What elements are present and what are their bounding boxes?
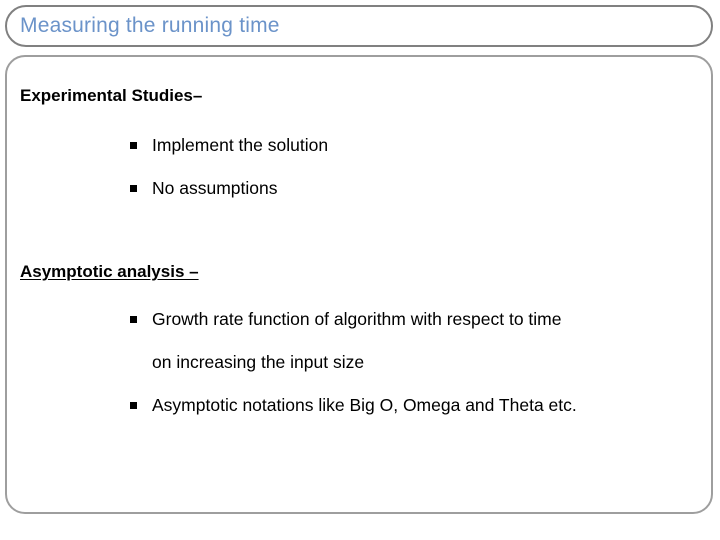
square-bullet-icon (130, 185, 137, 192)
square-bullet-icon (130, 142, 137, 149)
list-item-label: No assumptions (152, 178, 278, 198)
list-item-continuation: on increasing the input size (152, 352, 365, 372)
title-placeholder-box[interactable]: Measuring the running time (5, 5, 713, 47)
slide: Measuring the running time Experimental … (0, 0, 720, 540)
section-heading-asymptotic-analysis: Asymptotic analysis – (20, 262, 199, 281)
content-placeholder-box[interactable]: Experimental Studies– Implement the solu… (5, 55, 713, 514)
list-item-label: Implement the solution (152, 135, 329, 155)
section-heading-experimental-studies: Experimental Studies– (20, 86, 203, 105)
square-bullet-icon (130, 316, 137, 323)
square-bullet-icon (130, 402, 137, 409)
list-item[interactable]: Asymptotic notations like Big O, Omega a… (130, 393, 577, 417)
list-item-label: Growth rate function of algorithm with r… (152, 309, 562, 329)
slide-title: Measuring the running time (20, 14, 280, 37)
content-body: Experimental Studies– Implement the solu… (7, 57, 715, 516)
list-item[interactable]: Growth rate function of algorithm with r… (130, 307, 561, 331)
list-item[interactable]: Implement the solution (130, 133, 328, 157)
list-item[interactable]: No assumptions (130, 176, 277, 200)
list-item-label: Asymptotic notations like Big O, Omega a… (152, 395, 577, 415)
